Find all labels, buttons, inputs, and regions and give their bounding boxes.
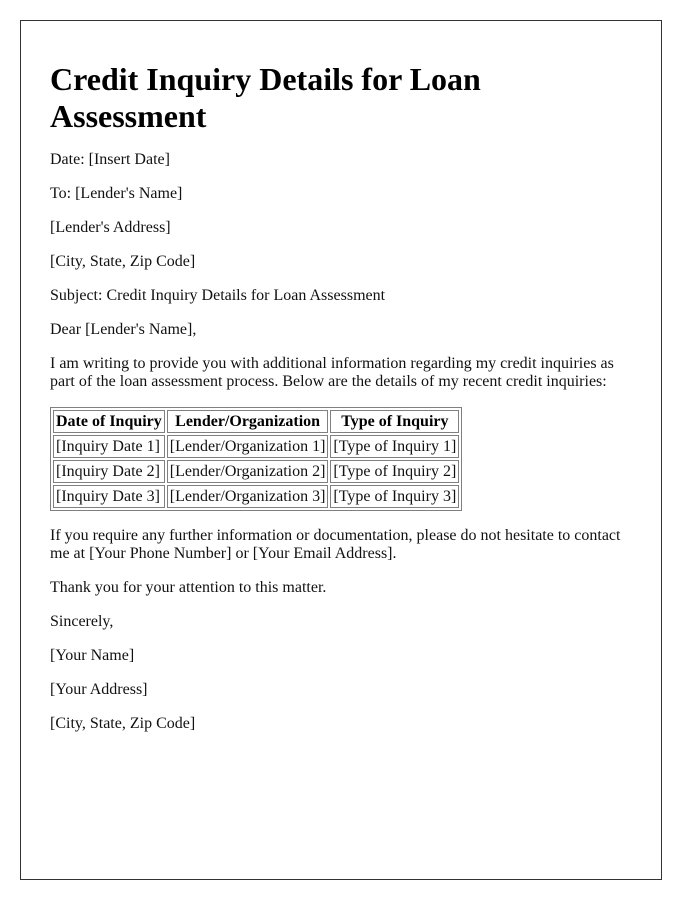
table-header-row: Date of Inquiry Lender/Organization Type… bbox=[53, 410, 460, 433]
thanks-line: Thank you for your attention to this mat… bbox=[50, 579, 327, 596]
cell-inquiry-date: [Inquiry Date 1] bbox=[53, 435, 165, 458]
intro-paragraph: I am writing to provide you with additio… bbox=[50, 355, 614, 390]
header-date-of-inquiry: Date of Inquiry bbox=[53, 410, 165, 433]
signature-city: [City, State, Zip Code] bbox=[50, 715, 196, 732]
header-type-of-inquiry: Type of Inquiry bbox=[330, 410, 460, 433]
signature-name: [Your Name] bbox=[50, 647, 135, 664]
cell-type-of-inquiry: [Type of Inquiry 2] bbox=[330, 460, 460, 483]
lender-address-line: [Lender's Address] bbox=[50, 219, 171, 236]
subject-line: Subject: Credit Inquiry Details for Loan… bbox=[50, 287, 386, 304]
letter-page: Credit Inquiry Details for Loan Assessme… bbox=[20, 20, 662, 880]
cell-inquiry-date: [Inquiry Date 2] bbox=[53, 460, 165, 483]
closing-line: Sincerely, bbox=[50, 613, 114, 630]
table-row: [Inquiry Date 1] [Lender/Organization 1]… bbox=[53, 435, 460, 458]
cell-type-of-inquiry: [Type of Inquiry 3] bbox=[330, 485, 460, 508]
cell-lender-organization: [Lender/Organization 3] bbox=[166, 485, 329, 508]
cell-lender-organization: [Lender/Organization 2] bbox=[166, 460, 329, 483]
table-row: [Inquiry Date 2] [Lender/Organization 2]… bbox=[53, 460, 460, 483]
lender-city-line: [City, State, Zip Code] bbox=[50, 253, 196, 270]
cell-type-of-inquiry: [Type of Inquiry 1] bbox=[330, 435, 460, 458]
contact-paragraph: If you require any further information o… bbox=[50, 527, 621, 562]
cell-lender-organization: [Lender/Organization 1] bbox=[166, 435, 329, 458]
credit-inquiries-table: Date of Inquiry Lender/Organization Type… bbox=[50, 407, 463, 511]
header-lender-organization: Lender/Organization bbox=[166, 410, 329, 433]
table-row: [Inquiry Date 3] [Lender/Organization 3]… bbox=[53, 485, 460, 508]
cell-inquiry-date: [Inquiry Date 3] bbox=[53, 485, 165, 508]
recipient-line: To: [Lender's Name] bbox=[50, 185, 183, 202]
signature-address: [Your Address] bbox=[50, 681, 148, 698]
date-line: Date: [Insert Date] bbox=[50, 151, 170, 168]
salutation: Dear [Lender's Name], bbox=[50, 321, 197, 338]
document-title: Credit Inquiry Details for Loan Assessme… bbox=[50, 61, 481, 134]
